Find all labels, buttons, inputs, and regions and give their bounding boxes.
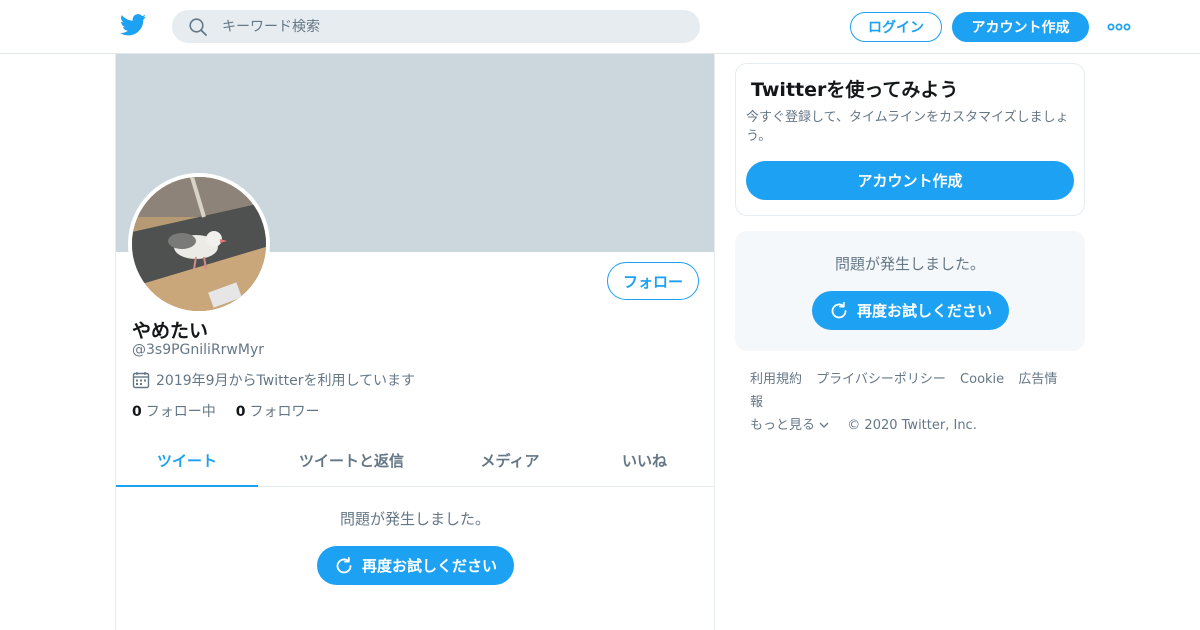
tab-media[interactable]: メディア [445,435,575,486]
join-date: 2019年9月からTwitterを利用しています [132,370,415,390]
footer-links-row: 利用規約 プライバシーポリシー Cookie 広告情報 [750,368,1080,414]
timeline-retry-label: 再度お試しください [361,557,497,575]
sidebar-retry-label: 再度お試しください [856,302,992,320]
profile-column: フォロー やめたい @3s9PGniliRrwMyr 2019年9月からTwit… [115,54,715,630]
followers-stat[interactable]: 0 フォロワー [236,401,320,421]
search-box [172,10,700,43]
footer-more-link[interactable]: もっと見る [750,418,833,433]
footer-link-terms[interactable]: 利用規約 [750,372,802,387]
footer-more-label: もっと見る [750,418,816,433]
twitter-bird-icon[interactable] [120,14,146,36]
top-bar: ログイン アカウント作成 [0,0,1200,54]
footer-second-row: もっと見る © 2020 Twitter, Inc. [750,414,1080,437]
following-stat[interactable]: 0 フォロー中 [132,401,216,421]
profile-tabs: ツイート ツイートと返信 メディア いいね [116,435,714,487]
tab-tweets[interactable]: ツイート [116,435,258,487]
followers-count: 0 [235,404,246,420]
sidebar-error-message: 問題が発生しました。 [834,255,985,273]
following-count: 0 [132,404,142,420]
footer-link-cookie[interactable]: Cookie [960,372,1004,387]
more-dots-icon[interactable] [1106,19,1132,35]
signup-card-button[interactable]: アカウント作成 [746,161,1074,200]
footer-copyright: © 2020 Twitter, Inc. [847,418,977,433]
followers-label: フォロワー [249,404,320,420]
search-input[interactable] [222,10,682,43]
signup-button[interactable]: アカウント作成 [952,12,1089,42]
footer-link-privacy[interactable]: プライバシーポリシー [816,372,946,387]
timeline-error-message: 問題が発生しました。 [339,510,490,528]
sidebar-retry-button[interactable]: 再度お試しください [812,291,1009,330]
refresh-icon [831,301,847,318]
calendar-icon [132,372,150,389]
signup-card-text: 今すぐ登録して、タイムラインをカスタマイズしましょう。 [746,110,1069,144]
signup-card: Twitterを使ってみよう 今すぐ登録して、タイムラインをカスタマイズしましょ… [735,63,1085,216]
follow-stats: 0 フォロー中 0 フォロワー [132,401,340,421]
avatar[interactable] [128,173,270,315]
sidebar-error-card: 問題が発生しました。 再度お試しください [735,231,1085,351]
chevron-down-icon [819,422,829,428]
follow-button[interactable]: フォロー [607,262,699,300]
search-icon [189,18,207,36]
following-label: フォロー中 [145,404,216,420]
login-button[interactable]: ログイン [850,12,942,42]
tab-likes[interactable]: いいね [575,435,714,486]
display-name: やめたい [132,320,209,342]
user-handle: @3s9PGniliRrwMyr [132,342,264,358]
refresh-icon [336,556,352,573]
timeline-retry-button[interactable]: 再度お試しください [317,546,514,585]
footer: 利用規約 プライバシーポリシー Cookie 広告情報 もっと見る © 2020… [750,368,1080,437]
tab-tweets-and-replies[interactable]: ツイートと返信 [258,435,445,486]
join-date-text: 2019年9月からTwitterを利用しています [156,373,416,389]
signup-card-title: Twitterを使ってみよう [751,79,959,101]
avatar-photo [132,177,266,311]
